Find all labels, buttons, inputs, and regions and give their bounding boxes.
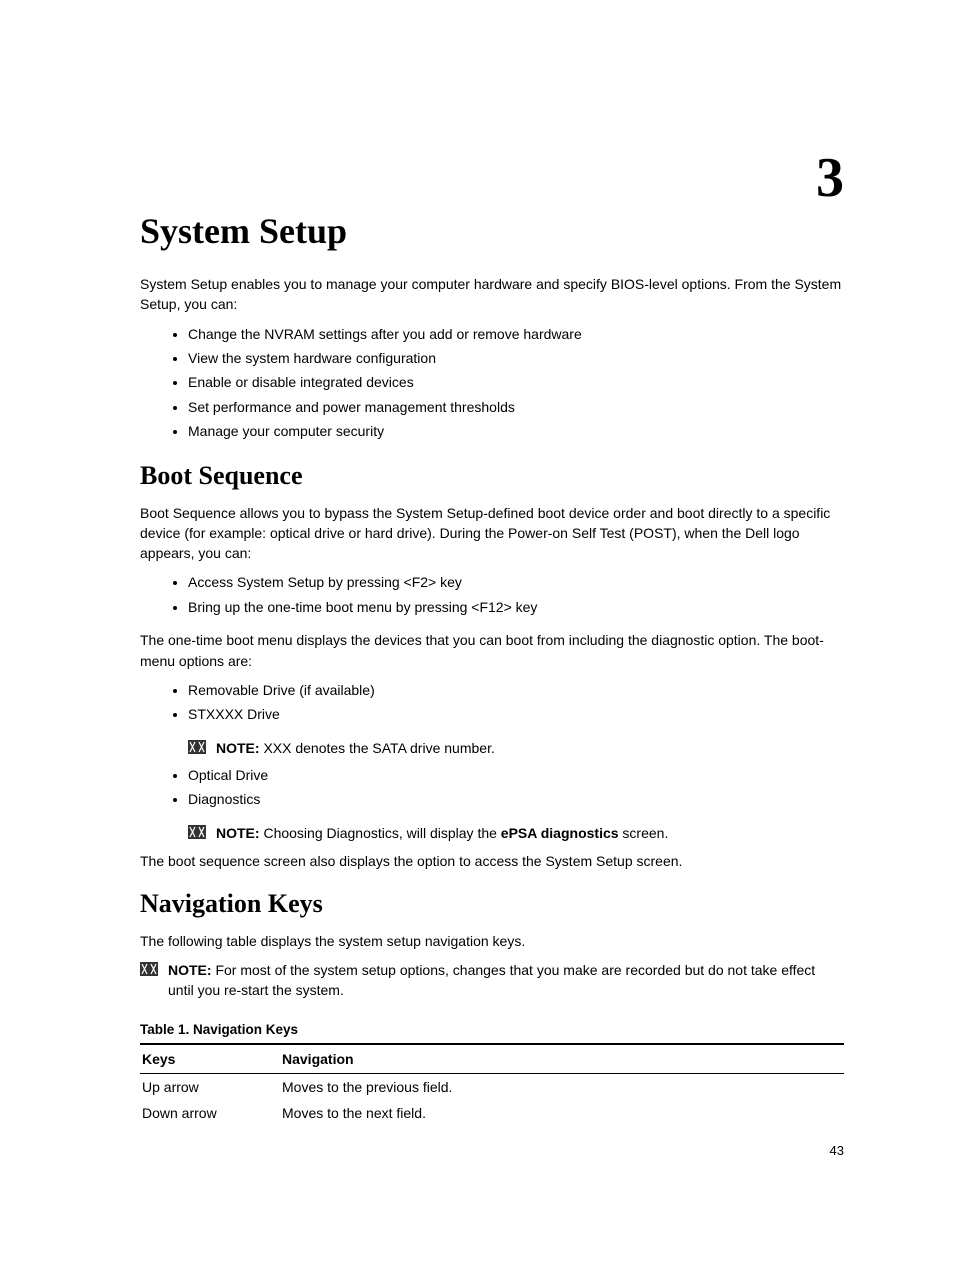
intro-paragraph: System Setup enables you to manage your … [140, 274, 844, 315]
section-heading-boot-sequence: Boot Sequence [140, 461, 844, 491]
note-body: For most of the system setup options, ch… [168, 962, 815, 998]
nav-paragraph-1: The following table displays the system … [140, 931, 844, 951]
list-item: Manage your computer security [188, 420, 844, 442]
table-header-keys: Keys [140, 1044, 280, 1074]
list-item: View the system hardware configuration [188, 347, 844, 369]
list-item: Set performance and power management thr… [188, 396, 844, 418]
list-item: Optical Drive [188, 764, 844, 786]
note-block: NOTE: Choosing Diagnostics, will display… [188, 823, 844, 843]
table-caption: Table 1. Navigation Keys [140, 1022, 844, 1037]
list-item: Access System Setup by pressing <F2> key [188, 571, 844, 593]
note-label: NOTE: [216, 740, 263, 756]
note-body-post: screen. [619, 825, 669, 841]
note-text: NOTE: XXX denotes the SATA drive number. [216, 738, 495, 758]
list-item: Bring up the one-time boot menu by press… [188, 596, 844, 618]
table-row: Up arrow Moves to the previous field. [140, 1074, 844, 1101]
cell-key: Up arrow [140, 1074, 280, 1101]
boot-paragraph-2: The one-time boot menu displays the devi… [140, 630, 844, 671]
note-text: NOTE: Choosing Diagnostics, will display… [216, 823, 668, 843]
document-page: 3 System Setup System Setup enables you … [0, 0, 954, 1268]
boot-list-2b: Optical Drive Diagnostics [140, 764, 844, 811]
note-icon [140, 962, 158, 976]
navigation-keys-table: Keys Navigation Up arrow Moves to the pr… [140, 1043, 844, 1126]
table-row: Down arrow Moves to the next field. [140, 1100, 844, 1126]
page-number: 43 [830, 1143, 844, 1158]
cell-nav: Moves to the previous field. [280, 1074, 844, 1101]
chapter-number: 3 [816, 150, 844, 206]
boot-list-1: Access System Setup by pressing <F2> key… [140, 571, 844, 618]
boot-paragraph-3: The boot sequence screen also displays t… [140, 851, 844, 871]
section-heading-navigation-keys: Navigation Keys [140, 889, 844, 919]
note-block: NOTE: XXX denotes the SATA drive number. [188, 738, 844, 758]
page-title: System Setup [140, 210, 844, 252]
cell-nav: Moves to the next field. [280, 1100, 844, 1126]
boot-list-2: Removable Drive (if available) STXXXX Dr… [140, 679, 844, 726]
note-body-bold: ePSA diagnostics [501, 825, 619, 841]
note-text: NOTE: For most of the system setup optio… [168, 960, 844, 1001]
table-header-navigation: Navigation [280, 1044, 844, 1074]
note-icon [188, 740, 206, 754]
list-item: Diagnostics [188, 788, 844, 810]
list-item: STXXXX Drive [188, 703, 844, 725]
list-item: Removable Drive (if available) [188, 679, 844, 701]
cell-key: Down arrow [140, 1100, 280, 1126]
boot-paragraph-1: Boot Sequence allows you to bypass the S… [140, 503, 844, 564]
note-label: NOTE: [216, 825, 263, 841]
note-label: NOTE: [168, 962, 215, 978]
note-icon [188, 825, 206, 839]
note-block: NOTE: For most of the system setup optio… [140, 960, 844, 1001]
list-item: Enable or disable integrated devices [188, 371, 844, 393]
note-body-pre: Choosing Diagnostics, will display the [263, 825, 500, 841]
list-item: Change the NVRAM settings after you add … [188, 323, 844, 345]
note-body: XXX denotes the SATA drive number. [263, 740, 494, 756]
table-header-row: Keys Navigation [140, 1044, 844, 1074]
intro-list: Change the NVRAM settings after you add … [140, 323, 844, 443]
